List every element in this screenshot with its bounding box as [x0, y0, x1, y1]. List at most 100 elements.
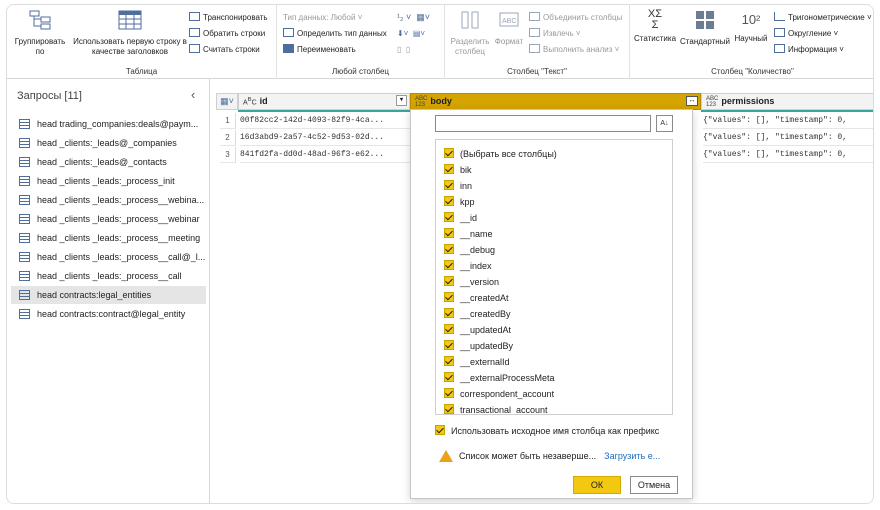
query-item[interactable]: head _clients _leads:_process__webinar	[11, 210, 206, 228]
table-icon	[19, 176, 30, 186]
table-menu-icon[interactable]: ▦˅	[216, 93, 238, 110]
field-checkbox[interactable]: __name	[444, 226, 493, 242]
query-item[interactable]: head _clients _leads:_process__call	[11, 267, 206, 285]
any-type-icon: ABC 123	[415, 95, 428, 108]
field-checkbox[interactable]: __externalId	[444, 354, 510, 370]
row-number[interactable]: 3	[220, 147, 236, 163]
filter-dropdown-icon[interactable]: ▾	[396, 95, 407, 106]
query-item[interactable]: head _clients _leads:_process__webina...	[11, 191, 206, 209]
cell-id[interactable]: 16d3abd9-2a57-4c52-9d53-02d...	[240, 130, 410, 146]
rename-button[interactable]: Переименовать	[283, 43, 356, 56]
query-item-selected[interactable]: head contracts:legal_entities	[11, 286, 206, 304]
field-checkbox[interactable]: inn	[444, 178, 472, 194]
row-number[interactable]: 2	[220, 130, 236, 146]
field-checkbox[interactable]: __externalProcessMeta	[444, 370, 555, 386]
checkbox-checked-icon	[444, 228, 454, 238]
use-first-row-label: Использовать первую строку в качестве за…	[73, 37, 187, 56]
field-checkbox[interactable]: __debug	[444, 242, 495, 258]
split-column-button[interactable]: Разделить столбец	[449, 9, 491, 57]
pivot-icon[interactable]: ▯ ▯	[397, 43, 410, 56]
format-button[interactable]: ABC Формат	[493, 9, 525, 47]
group-by-icon	[29, 10, 51, 30]
field-checkbox[interactable]: __createdAt	[444, 290, 509, 306]
fill-icon[interactable]: ⬇˅ ▤˅	[397, 27, 425, 40]
checkbox-checked-icon	[444, 292, 454, 302]
query-item[interactable]: head _clients:_leads@_contacts	[11, 153, 206, 171]
field-checkbox[interactable]: bik	[444, 162, 472, 178]
select-all-checkbox[interactable]: (Выбрать все столбцы)	[444, 146, 557, 162]
transpose-button[interactable]: Транспонировать	[189, 11, 268, 24]
field-checkbox[interactable]: __id	[444, 210, 477, 226]
standard-button[interactable]: Стандартный	[680, 9, 730, 47]
checkbox-checked-icon	[444, 212, 454, 222]
field-checkbox[interactable]: correspondent_account	[444, 386, 554, 402]
ok-button[interactable]: ОК	[573, 476, 621, 494]
cell-id[interactable]: 00f82cc2-142d-4093-82f9-4ca...	[240, 113, 410, 129]
field-checkbox[interactable]: __updatedAt	[444, 322, 511, 338]
use-prefix-checkbox[interactable]: Использовать исходное имя столбца как пр…	[435, 425, 659, 436]
reverse-rows-label: Обратить строки	[203, 29, 266, 38]
rounding-icon	[774, 28, 785, 37]
warning-text: Список может быть незаверше...	[459, 451, 597, 461]
query-item[interactable]: head _clients:_leads@_companies	[11, 134, 206, 152]
query-label: head contracts:legal_entities	[37, 290, 152, 300]
incomplete-list-warning: Список может быть незаверше... Загрузить …	[439, 450, 660, 462]
group-by-button[interactable]: Группировать по	[11, 9, 69, 57]
query-label: head _clients _leads:_process__call@_l..…	[37, 252, 206, 262]
checkbox-checked-icon	[444, 324, 454, 334]
field-checkbox[interactable]: __createdBy	[444, 306, 511, 322]
column-header-permissions[interactable]: ABC 123 permissions	[701, 93, 873, 110]
rename-label: Переименовать	[297, 45, 356, 54]
field-checkbox[interactable]: __index	[444, 258, 492, 274]
query-item[interactable]: head _clients _leads:_process__meeting	[11, 229, 206, 247]
extract-button[interactable]: Извлечь ˅	[529, 27, 581, 40]
cancel-button[interactable]: Отмена	[630, 476, 678, 494]
checkbox-checked-icon	[435, 425, 445, 435]
column-header-body[interactable]: ABC 123 body ↔	[410, 93, 701, 110]
load-more-link[interactable]: Загрузить е...	[604, 451, 660, 461]
checkbox-checked-icon	[444, 164, 454, 174]
cell-permissions[interactable]: {"values": [], "timestamp": 0,	[703, 113, 873, 129]
sort-az-icon[interactable]: A↓	[656, 115, 673, 132]
use-first-row-button[interactable]: Использовать первую строку в качестве за…	[71, 9, 189, 57]
run-analysis-button[interactable]: Выполнить анализ ˅	[529, 43, 619, 56]
data-type-dropdown[interactable]: Тип данных: Любой ˅	[283, 11, 362, 24]
query-item[interactable]: head _clients _leads:_process_init	[11, 172, 206, 190]
query-item[interactable]: head trading_companies:deals@paym...	[11, 115, 206, 133]
scientific-button[interactable]: 10² Научный	[732, 9, 770, 44]
checkbox-label: __updatedAt	[460, 325, 512, 335]
column-header-id[interactable]: ABC id ▾	[238, 93, 410, 110]
query-item[interactable]: head _clients _leads:_process__call@_l..…	[11, 248, 206, 266]
number-column-group: ΧΣ Σ Статистика Стандартный 10² Научный Т…	[630, 5, 873, 79]
replace-values-icon[interactable]: ¹₂ ˅ ▦˅	[397, 11, 430, 24]
transpose-icon	[189, 12, 200, 21]
detect-type-button[interactable]: Определить тип данных	[283, 27, 387, 40]
query-item[interactable]: head contracts:contract@legal_entity	[11, 305, 206, 323]
table-icon	[19, 309, 30, 319]
collapse-chevron-icon[interactable]: ‹	[191, 87, 195, 102]
field-checkbox[interactable]: __version	[444, 274, 499, 290]
statistics-button[interactable]: ΧΣ Σ Статистика	[634, 9, 676, 44]
rename-icon	[283, 44, 294, 53]
merge-columns-button[interactable]: Объединить столбцы	[529, 11, 622, 24]
cell-permissions[interactable]: {"values": [], "timestamp": 0,	[703, 130, 873, 146]
cell-id[interactable]: 841fd2fa-dd0d-48ad-96f3-e62...	[240, 147, 410, 163]
field-checkbox[interactable]: kpp	[444, 194, 475, 210]
field-checkbox[interactable]: transactional_account	[444, 402, 548, 414]
any-column-group: Тип данных: Любой ˅ Определить тип данны…	[277, 5, 445, 79]
information-button[interactable]: Информация ˅	[774, 43, 844, 56]
scientific-label: Научный	[734, 34, 768, 43]
cell-permissions[interactable]: {"values": [], "timestamp": 0,	[703, 147, 873, 163]
rounding-button[interactable]: Округление ˅	[774, 27, 838, 40]
queries-pane: Запросы [11] ‹ head trading_companies:de…	[7, 79, 210, 503]
split-column-label: Разделить столбец	[450, 37, 490, 56]
field-checkbox[interactable]: __updatedBy	[444, 338, 513, 354]
reverse-rows-button[interactable]: Обратить строки	[189, 27, 265, 40]
row-number[interactable]: 1	[220, 113, 236, 129]
information-label: Информация	[788, 45, 837, 54]
search-input[interactable]	[435, 115, 651, 132]
query-label: head _clients _leads:_process__meeting	[37, 233, 201, 243]
trigonometric-button[interactable]: Тригонометрические ˅	[774, 11, 872, 24]
expand-column-icon[interactable]: ↔	[686, 96, 698, 106]
count-rows-button[interactable]: Считать строки	[189, 43, 260, 56]
